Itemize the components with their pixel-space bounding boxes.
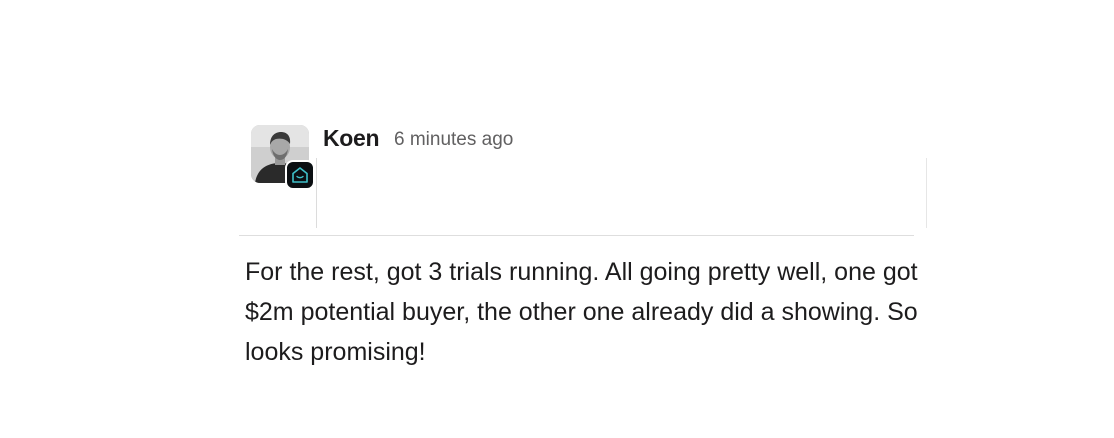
- message-item: Koen 6 minutes ago For the rest, got 3 t…: [0, 0, 1114, 438]
- message-timestamp[interactable]: 6 minutes ago: [394, 128, 513, 152]
- house-icon: [292, 167, 308, 183]
- divider: [239, 235, 914, 236]
- app-home-badge-icon: [285, 160, 315, 190]
- attachment-placeholder: [316, 158, 927, 228]
- message-text: For the rest, got 3 trials running. All …: [245, 258, 918, 366]
- message-author[interactable]: Koen: [323, 124, 380, 152]
